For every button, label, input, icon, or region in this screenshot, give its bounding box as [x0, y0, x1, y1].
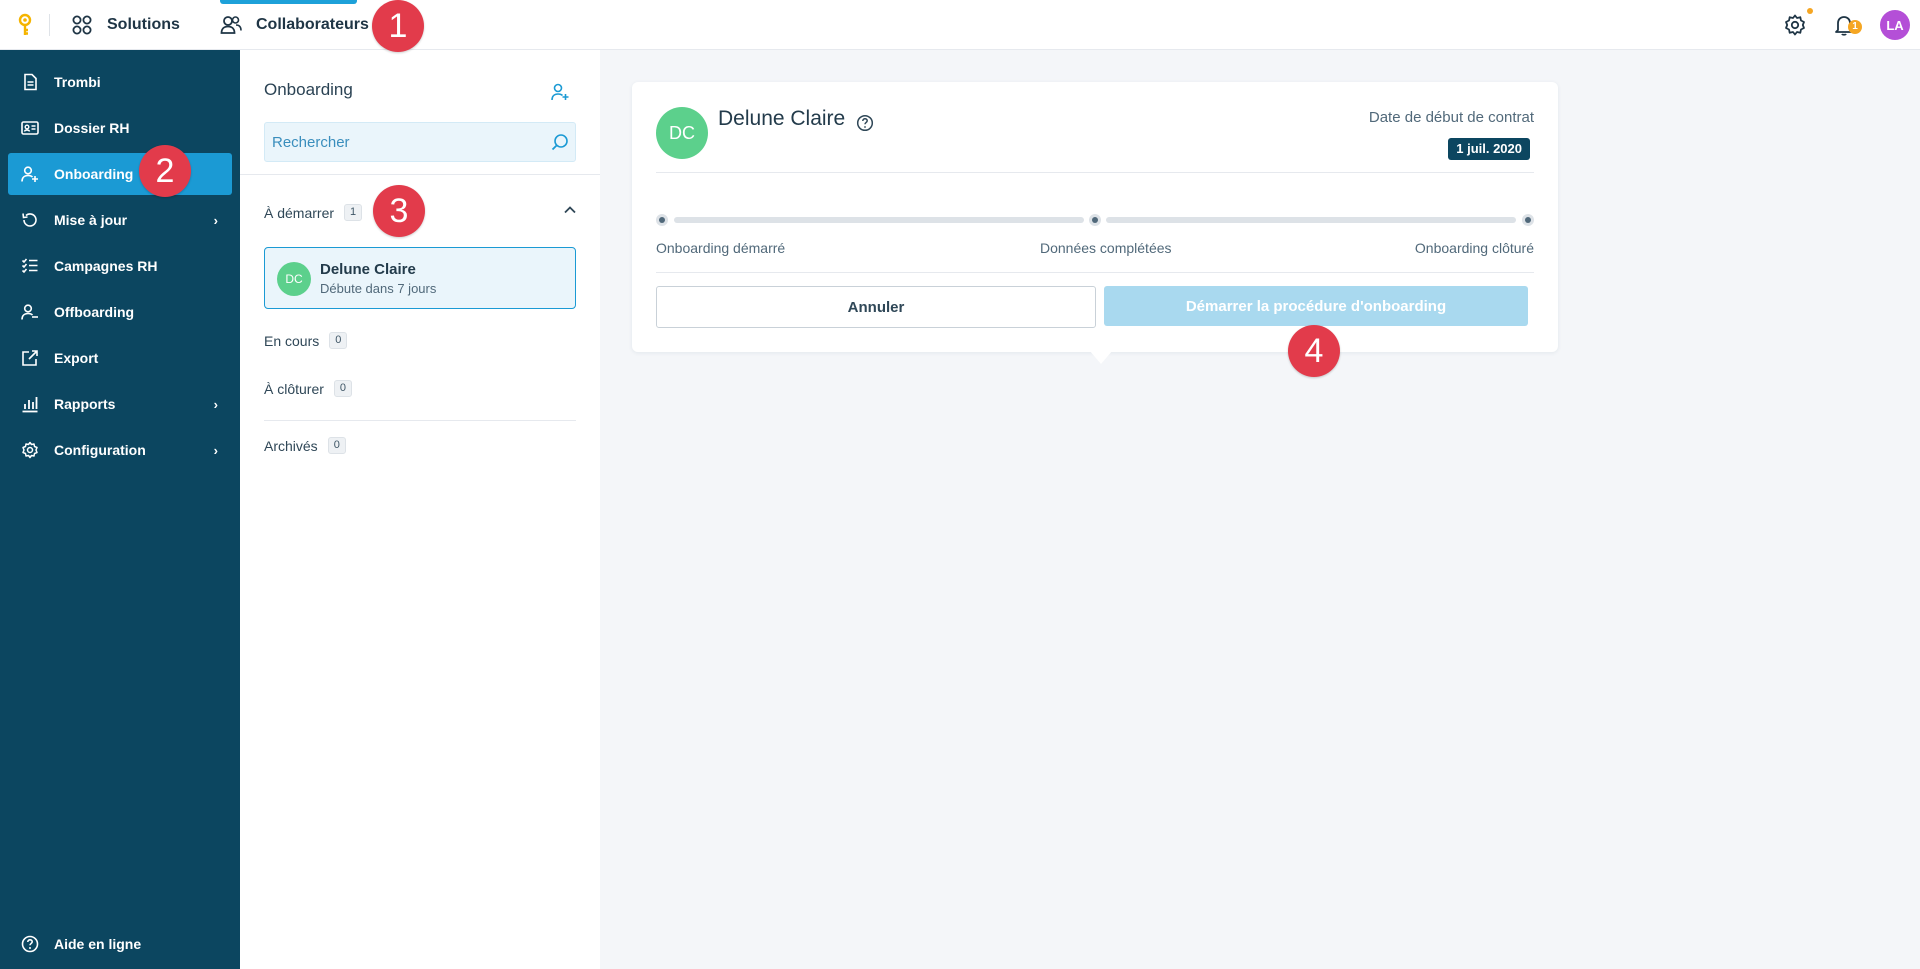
annotation-marker-2: 2 — [139, 145, 191, 197]
user-plus-icon — [21, 166, 38, 182]
onboarding-person-card[interactable]: DC Delune Claire Débute dans 7 jours — [264, 247, 576, 309]
notification-count-badge: 1 — [1848, 20, 1862, 34]
collaborateurs-label: Collaborateurs — [256, 16, 369, 33]
panel-title: Onboarding — [264, 80, 353, 99]
person-name: Delune Claire — [320, 261, 416, 278]
sidebar-item-label: Offboarding — [54, 304, 135, 320]
group-en-cours[interactable]: En cours 0 — [264, 332, 348, 349]
step-label-closed: Onboarding clôturé — [1414, 240, 1534, 256]
annotation-marker-3: 3 — [373, 185, 425, 237]
group-count-badge: 0 — [333, 380, 353, 397]
search-field[interactable] — [264, 122, 576, 162]
card-divider — [656, 172, 1534, 173]
sidebar: Trombi Dossier RH Onboarding Mise à jour… — [0, 50, 240, 969]
sidebar-item-label: Onboarding — [54, 166, 134, 182]
refresh-icon — [22, 213, 37, 227]
group-count-badge: 0 — [329, 332, 348, 349]
add-user-icon[interactable] — [550, 82, 570, 102]
sidebar-item-label: Export — [54, 350, 99, 366]
person-start-info: Débute dans 7 jours — [320, 281, 437, 296]
topbar-separator — [49, 14, 50, 36]
panel-divider — [240, 174, 600, 175]
group-label: En cours — [264, 332, 320, 349]
contract-start-label: Date de début de contrat — [1368, 109, 1534, 126]
sidebar-item-offboarding[interactable]: Offboarding — [8, 291, 232, 333]
sidebar-item-label: Dossier RH — [54, 120, 130, 136]
online-help-label: Aide en ligne — [54, 936, 142, 952]
users-icon — [220, 16, 242, 34]
group-label: À clôturer — [264, 380, 324, 397]
group-a-cloturer[interactable]: À clôturer 0 — [264, 380, 353, 397]
settings-icon[interactable] — [1783, 13, 1807, 37]
contract-start-date-badge: 1 juil. 2020 — [1448, 138, 1530, 160]
id-card-icon — [21, 121, 39, 135]
step-label-started: Onboarding démarré — [656, 240, 786, 256]
group-a-demarrer[interactable]: À démarrer 1 — [264, 204, 363, 221]
start-onboarding-button[interactable]: Démarrer la procédure d'onboarding — [1104, 286, 1528, 326]
sidebar-item-label: Trombi — [54, 74, 101, 90]
card-pointer — [1089, 350, 1113, 364]
user-minus-icon — [21, 304, 38, 320]
search-input[interactable] — [272, 123, 542, 161]
sidebar-item-label: Mise à jour — [54, 212, 128, 228]
help-icon[interactable] — [856, 114, 874, 132]
onboarding-panel: Onboarding À démarrer 1 DC Delune Claire… — [240, 50, 600, 969]
user-avatar[interactable]: LA — [1880, 10, 1910, 40]
collaborateurs-menu[interactable]: Collaborateurs — [220, 0, 369, 50]
sidebar-item-dossier-rh[interactable]: Dossier RH — [8, 107, 232, 149]
annotation-marker-4: 4 — [1288, 325, 1340, 377]
progress-track — [1106, 217, 1516, 223]
app-logo-icon[interactable] — [14, 13, 36, 37]
progress-track — [674, 217, 1084, 223]
card-divider — [656, 272, 1534, 273]
chevron-right-icon: › — [213, 212, 218, 228]
group-count-badge: 1 — [344, 204, 363, 221]
group-archives[interactable]: Archivés 0 — [264, 437, 346, 454]
help-circle-icon — [21, 935, 39, 953]
settings-indicator-dot — [1807, 8, 1813, 14]
sidebar-item-label: Campagnes RH — [54, 258, 158, 274]
collaborator-name: Delune Claire — [718, 107, 846, 130]
step-dot — [1522, 214, 1534, 226]
solutions-menu[interactable]: Solutions — [71, 0, 180, 50]
sidebar-item-label: Rapports — [54, 396, 116, 412]
online-help-link[interactable]: Aide en ligne — [8, 923, 232, 965]
sidebar-item-mise-a-jour[interactable]: Mise à jour › — [8, 199, 232, 241]
chevron-up-icon[interactable] — [562, 202, 578, 218]
group-label: À démarrer — [264, 204, 335, 221]
onboarding-detail-card: DC Delune Claire Date de début de contra… — [632, 82, 1558, 364]
group-label: Archivés — [264, 437, 318, 454]
grid-icon — [72, 15, 92, 35]
checklist-icon — [21, 258, 38, 274]
sidebar-item-campagnes-rh[interactable]: Campagnes RH — [8, 245, 232, 287]
top-bar: Solutions Collaborateurs 1 LA — [0, 0, 1920, 50]
chevron-right-icon: › — [213, 396, 218, 412]
sidebar-item-rapports[interactable]: Rapports › — [8, 383, 232, 425]
document-icon — [24, 73, 37, 91]
step-dot — [656, 214, 668, 226]
panel-divider — [264, 420, 576, 421]
gear-icon — [22, 441, 38, 459]
cancel-button[interactable]: Annuler — [656, 286, 1096, 328]
avatar: DC — [656, 107, 708, 159]
step-dot — [1089, 214, 1101, 226]
external-link-icon — [22, 350, 38, 366]
sidebar-item-trombi[interactable]: Trombi — [8, 61, 232, 103]
group-count-badge: 0 — [327, 437, 346, 454]
solutions-label: Solutions — [107, 16, 180, 33]
sidebar-item-onboarding[interactable]: Onboarding — [8, 153, 232, 195]
sidebar-item-label: Configuration — [54, 442, 146, 458]
step-label-data-completed: Données complétées — [1040, 240, 1172, 256]
bar-chart-icon — [22, 397, 38, 413]
search-icon[interactable] — [551, 133, 569, 151]
avatar: DC — [277, 262, 311, 296]
sidebar-item-export[interactable]: Export — [8, 337, 232, 379]
annotation-marker-1: 1 — [372, 0, 424, 52]
sidebar-item-configuration[interactable]: Configuration › — [8, 429, 232, 471]
chevron-right-icon: › — [213, 442, 218, 458]
